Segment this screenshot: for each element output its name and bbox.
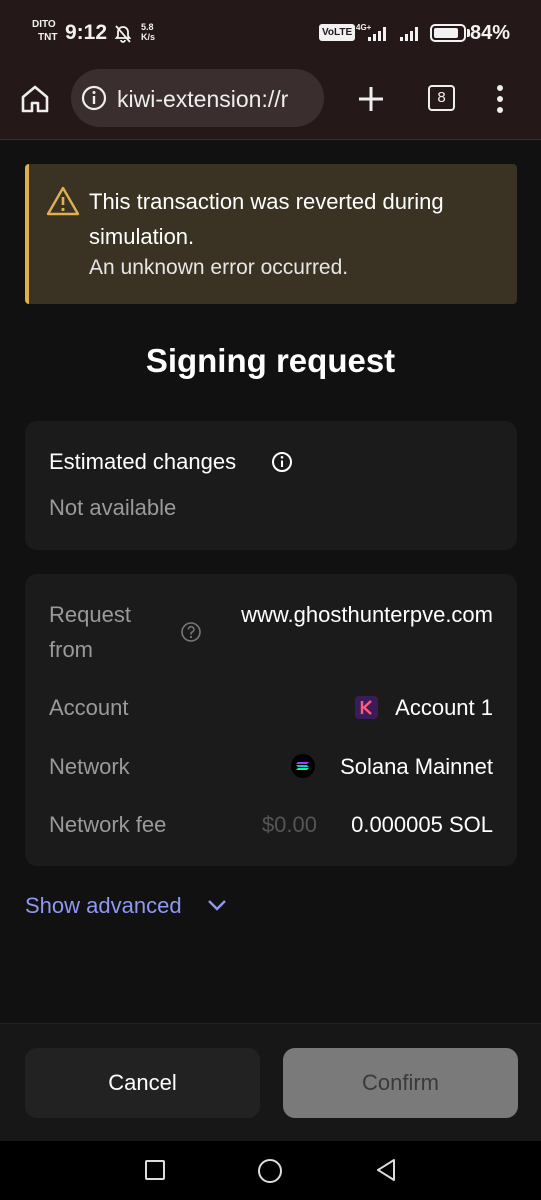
carrier-2: TNT [38, 32, 58, 43]
cancel-button[interactable]: Cancel [25, 1048, 260, 1118]
signing-request-page: This transaction was reverted during sim… [0, 141, 541, 1023]
request-details-card: Request from www.ghosthunterpve.com Acco… [25, 574, 517, 866]
status-time: 9:12 [65, 21, 108, 44]
warning-message: An unknown error occurred. [89, 256, 349, 279]
page-title: Signing request [145, 342, 396, 379]
home-icon[interactable] [18, 82, 52, 116]
browser-toolbar: kiwi-extension://r 8 [0, 62, 541, 140]
simulation-warning-banner: This transaction was reverted during sim… [25, 164, 517, 304]
url-text[interactable]: kiwi-extension://r [117, 86, 288, 113]
bell-muted-icon [114, 25, 132, 43]
address-bar[interactable]: kiwi-extension://r [71, 69, 324, 127]
help-icon[interactable] [180, 621, 202, 643]
account-avatar-icon [355, 696, 378, 719]
account-label: Account [49, 695, 129, 720]
action-footer: Cancel Confirm [0, 1023, 541, 1141]
new-tab-icon[interactable] [356, 84, 386, 114]
estimated-changes-card: Estimated changes Not available [25, 421, 517, 550]
home-nav-icon[interactable] [258, 1159, 282, 1183]
carrier-labels: DITO TNT [32, 18, 57, 44]
battery-percent: 84% [470, 22, 511, 44]
speed-unit: K/s [141, 32, 156, 42]
back-icon[interactable] [374, 1157, 398, 1183]
estimated-changes-label: Estimated changes [49, 449, 237, 474]
carrier-1: DITO [32, 19, 56, 30]
recents-icon[interactable] [145, 1160, 165, 1180]
battery-level [434, 28, 458, 38]
svg-text:4G+: 4G+ [356, 23, 372, 32]
warning-icon [46, 186, 80, 216]
request-from-label-line1: Request [49, 602, 131, 627]
show-advanced-link[interactable]: Show advanced [25, 893, 182, 919]
more-menu-icon[interactable] [494, 84, 506, 114]
network-fee-usd: $0.00 [261, 812, 317, 837]
tab-switcher-button[interactable]: 8 [428, 85, 455, 111]
signal-4g-icon: 4G+ [356, 23, 386, 41]
volte-badge: VoLTE [319, 24, 356, 41]
confirm-button[interactable]: Confirm [283, 1048, 518, 1118]
request-from-label: Request from [49, 597, 131, 667]
request-from-value: www.ghosthunterpve.com [241, 602, 493, 627]
network-fee-value: 0.000005 SOL [351, 812, 493, 837]
network-speed: 5.8 K/s [141, 22, 155, 42]
account-value: Account 1 [395, 695, 493, 720]
estimated-changes-value: Not available [49, 495, 177, 520]
network-value: Solana Mainnet [340, 754, 493, 779]
warning-title: This transaction was reverted during sim… [89, 189, 444, 249]
speed-value: 5.8 [141, 22, 154, 32]
network-label: Network [49, 754, 130, 779]
network-fee-label: Network fee [49, 812, 167, 837]
system-nav-bar [0, 1141, 541, 1200]
battery-icon [430, 24, 466, 42]
solana-icon [291, 754, 315, 778]
status-bar: DITO TNT 9:12 5.8 K/s VoLTE 4G+ 84% [0, 0, 541, 62]
chevron-down-icon[interactable] [207, 898, 227, 912]
site-info-icon[interactable] [81, 85, 107, 111]
info-icon[interactable] [271, 451, 293, 473]
request-from-label-line2: from [49, 637, 93, 662]
signal-icon [400, 27, 418, 41]
